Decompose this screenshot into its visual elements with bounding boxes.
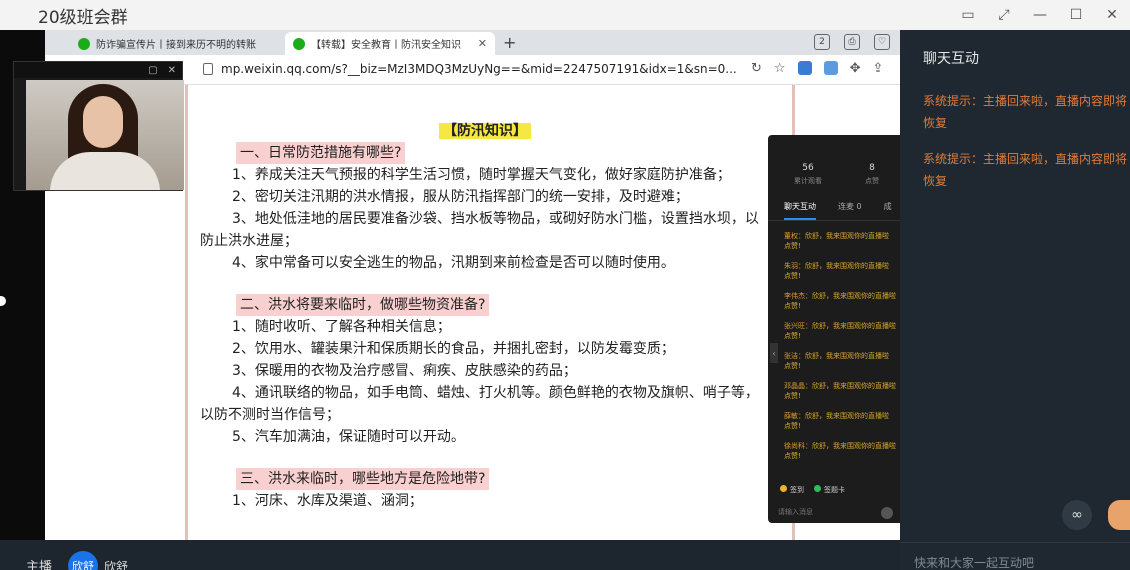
list-item: 徐尚科：欣舒，我来围观你的直播啦 点赞! [784, 442, 896, 460]
tab-mic[interactable]: 连麦 0 [838, 201, 862, 220]
close-icon[interactable]: ✕ [168, 65, 176, 76]
viewers-stat: 56 累计观看 [794, 163, 822, 185]
list-item: 张洁：欣舒，我来围观你的直播啦 点赞! [784, 352, 889, 370]
chat-title: 聊天互动 [923, 51, 979, 67]
chat-panel: 聊天互动 系统提示：主播回来啦，直播内容即将恢复 系统提示：主播回来啦，直播内容… [900, 30, 1130, 570]
browser-tab-2[interactable]: 【转载】安全教育丨防汛安全知识 ✕ [285, 32, 495, 55]
shield-icon[interactable]: ♡ [874, 34, 890, 50]
tab-chat[interactable]: 聊天互动 [784, 201, 816, 220]
browser-tab-bar: 防诈骗宣传片丨接到来历不明的转账 【转载】安全教育丨防汛安全知识 ✕ + 2 ⎙… [45, 30, 900, 55]
restore-icon[interactable]: ▢ [148, 65, 157, 76]
list-item: 4、家中常备可以安全逃生的物品，汛期到来前检查是否可以随时使用。 [232, 255, 675, 271]
address-icons: ↻ ☆ ✥ ⇪ [751, 61, 883, 76]
url-field[interactable]: mp.weixin.qq.com/s?__biz=MzI3MDQ3MzUyNg=… [221, 62, 737, 76]
browser-tab-1[interactable]: 防诈骗宣传片丨接到来历不明的转账 [70, 32, 280, 55]
article: 【防汛知识】 一、日常防范措施有哪些? 1、养成关注天气预报的科学生活习惯，随时… [200, 120, 770, 512]
section-heading: 三、洪水来临时，哪些地方是危险地带? [236, 468, 490, 490]
expand-icon[interactable]: ⤢ [996, 7, 1012, 23]
list-item: 董权：欣舒，我来围观你的直播啦 点赞! [784, 232, 889, 250]
mini-chat-input[interactable]: 请输入消息 [778, 507, 813, 517]
tab-label: 防诈骗宣传片丨接到来历不明的转账 [96, 40, 256, 51]
translate-icon[interactable] [823, 61, 838, 75]
camera-window[interactable]: ▢ ✕ [13, 61, 184, 191]
collapse-icon[interactable]: ‹ [770, 343, 778, 363]
link-icon[interactable]: ∞ [1062, 500, 1092, 530]
window-title: 20级班会群 [38, 7, 128, 28]
close-icon[interactable]: ✕ [1104, 7, 1120, 23]
list-item: 2、饮用水、罐装果汁和保质期长的食品，并捆扎密封，以防发霉变质； [232, 341, 675, 357]
drag-handle[interactable] [0, 296, 6, 306]
tab-label: 【转载】安全教育丨防汛安全知识 [311, 40, 461, 51]
wechat-icon [78, 37, 90, 50]
list-item: 朱羽：欣舒，我来围观你的直播啦 点赞! [784, 262, 889, 280]
host-name: 欣舒 [104, 560, 129, 570]
check-card-button[interactable]: 签题卡 [814, 485, 845, 495]
list-item: 5、汽车加满油，保证随时可以开动。 [232, 429, 465, 445]
camera-controls: ▢ ✕ [14, 62, 182, 78]
browser-tools: 2 ⎙ ♡ [814, 34, 890, 50]
new-tab-icon[interactable]: + [503, 33, 516, 52]
share-icon[interactable]: ⇪ [872, 61, 883, 76]
maximize-icon[interactable]: ☐ [1068, 7, 1084, 23]
picture-in-picture-icon[interactable]: ▭ [960, 7, 976, 23]
window-controls: ▭ ⤢ — ☐ ✕ [960, 0, 1120, 30]
list-item: 3、地处低洼地的居民要准备沙袋、挡水板等物品，或砌好防水门槛，设置挡水坝，以防止… [200, 211, 759, 249]
chat-input[interactable]: 快来和大家一起互动吧 [914, 554, 1034, 570]
list-item: 薛敏：欣舒，我来围观你的直播啦 点赞! [784, 412, 889, 430]
likes-stat: 8 点赞 [865, 163, 879, 185]
lock-icon [203, 63, 213, 75]
live-stats: 56 累计观看 8 点赞 [776, 135, 904, 195]
mini-tabs: 聊天互动 连麦 0 成 [768, 201, 904, 221]
window-title-bar: 20级班会群 ▭ ⤢ — ☐ ✕ [0, 0, 1130, 30]
host-label: 主播 [26, 560, 53, 570]
article-title: 【防汛知识】 [200, 120, 770, 142]
live-mini-panel: 56 累计观看 8 点赞 聊天互动 连麦 0 成 ‹ 董权：欣舒，我来围观你的直… [768, 135, 904, 523]
list-item: 张兴旺：欣舒，我来围观你的直播啦 点赞! [784, 322, 896, 340]
bottom-bar: 主播 欣舒 欣舒 [0, 540, 900, 570]
list-item: 1、养成关注天气预报的科学生活习惯，随时掌握天气变化，做好家庭防护准备； [232, 167, 731, 183]
tab-count-icon[interactable]: 2 [814, 34, 830, 50]
puzzle-icon[interactable]: ✥ [850, 61, 861, 76]
avatar[interactable] [1108, 500, 1130, 530]
list-item: 李伟杰：欣舒，我来围观你的直播啦 点赞! [784, 292, 896, 310]
list-item: 4、通讯联络的物品，如手电筒、蜡烛、打火机等。颜色鲜艳的衣物及旗帜、哨子等，以防… [200, 385, 759, 423]
list-item: 邓晶晶：欣舒，我来围观你的直播啦 点赞! [784, 382, 896, 400]
tab-close-icon[interactable]: ✕ [478, 37, 487, 50]
wechat-icon [293, 37, 305, 50]
send-icon[interactable] [881, 507, 893, 519]
minimize-icon[interactable]: — [1032, 7, 1048, 23]
refresh-icon[interactable]: ↻ [751, 61, 762, 76]
list-item: 1、河床、水库及渠道、涵洞； [232, 493, 423, 509]
section-heading: 二、洪水将要来临时，做哪些物资准备? [236, 294, 490, 316]
tab-members[interactable]: 成 [884, 201, 892, 220]
system-message: 系统提示：主播回来啦，直播内容即将恢复 [923, 94, 1128, 130]
list-item: 2、密切关注汛期的洪水情报，服从防汛指挥部门的统一安排，及时避难； [232, 189, 689, 205]
system-message: 系统提示：主播回来啦，直播内容即将恢复 [923, 152, 1128, 188]
sign-in-button[interactable]: 签到 [780, 485, 804, 495]
extension-icon[interactable] [797, 61, 812, 75]
star-icon[interactable]: ☆ [774, 61, 786, 76]
list-item: 3、保暖用的衣物及治疗感冒、痢疾、皮肤感染的药品； [232, 363, 577, 379]
mini-message-list: 董权：欣舒，我来围观你的直播啦 点赞! 朱羽：欣舒，我来围观你的直播啦 点赞! 李伟… [784, 231, 904, 471]
list-item: 1、随时收听、了解各种相关信息； [232, 319, 451, 335]
host-avatar[interactable]: 欣舒 [68, 551, 98, 570]
section-heading: 一、日常防范措施有哪些? [236, 142, 406, 164]
mini-footer: 签到 签题卡 [780, 485, 845, 495]
camera-feed [26, 80, 184, 190]
printer-icon[interactable]: ⎙ [844, 34, 860, 50]
